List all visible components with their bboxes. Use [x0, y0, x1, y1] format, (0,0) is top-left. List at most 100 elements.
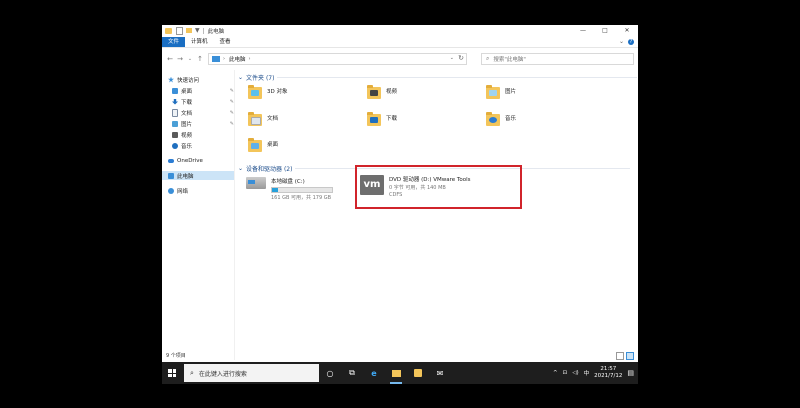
- cortana-icon[interactable]: ○: [319, 362, 341, 384]
- sidebar-item-network[interactable]: 网络: [168, 186, 234, 195]
- sidebar-item-label: 网络: [177, 188, 189, 195]
- chevron-right-icon[interactable]: ›: [249, 56, 251, 62]
- videos-folder-icon: [367, 85, 381, 99]
- clock-time: 21:57: [600, 366, 617, 372]
- close-button[interactable]: ✕: [616, 25, 638, 36]
- video-icon: [172, 131, 178, 138]
- back-button[interactable]: ←: [165, 55, 175, 63]
- picture-icon: [172, 120, 178, 127]
- sidebar-item-music[interactable]: 音乐: [172, 141, 234, 150]
- store-icon[interactable]: [407, 362, 429, 384]
- taskbar: ⌕ 在此键入进行搜索 ○ ⧉ e ✉ ^ ⊡ ◁) 中 21:57 2021/7…: [162, 362, 638, 384]
- sidebar-item-desktop[interactable]: 桌面 ✎: [172, 86, 234, 95]
- computer-icon: [212, 56, 220, 62]
- ribbon-tabs: 文件 计算机 查看 ⌄ ?: [162, 37, 638, 48]
- document-icon: [172, 108, 178, 117]
- sidebar-item-documents[interactable]: 文档 ✎: [172, 108, 234, 117]
- pane-divider[interactable]: [234, 70, 235, 360]
- sidebar-item-label: 视频: [181, 132, 193, 139]
- refresh-button[interactable]: ↻: [458, 54, 464, 62]
- properties-icon[interactable]: [176, 26, 183, 35]
- customize-toolbar-icon[interactable]: ▼: [195, 27, 200, 34]
- folder-label: 桌面: [267, 142, 279, 148]
- folder-label: 3D 对象: [267, 89, 288, 95]
- edge-icon[interactable]: e: [363, 362, 385, 384]
- folder-desktop[interactable]: 桌面: [248, 138, 279, 152]
- chevron-down-icon[interactable]: ⌄: [238, 165, 243, 172]
- file-explorer-icon[interactable]: [385, 362, 407, 384]
- sidebar-item-label: OneDrive: [177, 157, 203, 164]
- network-icon[interactable]: ⊡: [563, 370, 568, 376]
- sidebar-item-onedrive[interactable]: OneDrive: [168, 156, 234, 165]
- sidebar-item-label: 此电脑: [177, 173, 194, 180]
- folder-videos[interactable]: 视频: [367, 85, 397, 99]
- divider: [202, 27, 204, 34]
- taskbar-search-box[interactable]: ⌕ 在此键入进行搜索: [184, 364, 319, 382]
- maximize-button[interactable]: □: [594, 25, 616, 36]
- folder-music[interactable]: 音乐: [486, 112, 516, 126]
- network-icon: [168, 187, 174, 194]
- folder-icon: [165, 27, 172, 34]
- expand-ribbon-icon[interactable]: ⌄: [619, 38, 624, 45]
- address-bar[interactable]: › 此电脑 › ⌄ ↻: [208, 53, 467, 65]
- taskbar-search-placeholder: 在此键入进行搜索: [198, 370, 247, 378]
- desktop-icon: [172, 87, 178, 94]
- sidebar-item-pictures[interactable]: 图片 ✎: [172, 119, 234, 128]
- recent-locations-icon[interactable]: ⌄: [185, 56, 195, 62]
- view-switcher: [616, 352, 634, 360]
- 3d-objects-folder-icon: [248, 85, 262, 99]
- tab-view[interactable]: 查看: [214, 37, 237, 47]
- details-view-icon[interactable]: [616, 352, 624, 360]
- drive-free-space: 161 GB 可用，共 179 GB: [271, 195, 332, 201]
- sidebar-item-this-pc[interactable]: 此电脑: [162, 171, 234, 180]
- pictures-folder-icon: [486, 85, 500, 99]
- forward-button[interactable]: →: [175, 55, 185, 63]
- folder-3d-objects[interactable]: 3D 对象: [248, 85, 288, 99]
- tiles-view-icon[interactable]: [626, 352, 634, 360]
- item-count: 9 个项目: [166, 353, 186, 359]
- task-view-icon[interactable]: ⧉: [341, 362, 363, 384]
- group-title: 文件夹 (7): [246, 75, 275, 82]
- tab-computer[interactable]: 计算机: [185, 37, 214, 47]
- show-hidden-icons-icon[interactable]: ^: [553, 370, 558, 376]
- star-icon: [168, 76, 174, 83]
- sidebar-item-videos[interactable]: 视频: [172, 130, 234, 139]
- help-icon[interactable]: ?: [628, 38, 634, 45]
- folders-group-header[interactable]: ⌄ 文件夹 (7): [238, 73, 638, 82]
- folder-documents[interactable]: 文档: [248, 112, 279, 126]
- ime-indicator[interactable]: 中: [584, 369, 590, 377]
- minimize-button[interactable]: —: [572, 25, 594, 36]
- folder-pictures[interactable]: 图片: [486, 85, 516, 99]
- window-controls: — □ ✕: [572, 25, 638, 36]
- tab-file[interactable]: 文件: [162, 37, 186, 47]
- drive-usage-bar: [271, 187, 333, 193]
- downloads-folder-icon: [367, 112, 381, 126]
- drive-c[interactable]: 本地磁盘 (C:) 161 GB 可用，共 179 GB: [246, 177, 333, 201]
- sidebar-item-label: 文档: [181, 110, 193, 117]
- sidebar-item-label: 下载: [181, 99, 193, 106]
- search-placeholder: 搜索"此电脑": [493, 57, 526, 63]
- notification-center-icon[interactable]: ▤: [627, 369, 634, 377]
- sidebar-item-label: 音乐: [181, 143, 193, 150]
- start-button[interactable]: [162, 362, 182, 384]
- clock[interactable]: 21:57 2021/7/12: [594, 366, 622, 380]
- mail-icon[interactable]: ✉: [429, 362, 451, 384]
- new-folder-icon[interactable]: [186, 28, 192, 33]
- window-title: 此电脑: [207, 28, 225, 35]
- ribbon-right: ⌄ ?: [619, 38, 634, 45]
- chevron-right-icon[interactable]: ›: [223, 56, 225, 62]
- folder-downloads[interactable]: 下载: [367, 112, 397, 126]
- breadcrumb-this-pc[interactable]: 此电脑: [229, 55, 246, 63]
- folder-label: 文档: [267, 116, 279, 122]
- search-input[interactable]: ⌕ 搜索"此电脑": [481, 53, 634, 65]
- chevron-down-icon[interactable]: ⌄: [238, 74, 243, 81]
- drive-usage-fill: [272, 188, 278, 192]
- title-bar: ▼ 此电脑 — □ ✕: [162, 25, 638, 36]
- up-button[interactable]: ↑: [195, 55, 205, 63]
- volume-icon[interactable]: ◁): [572, 370, 578, 376]
- sidebar-item-downloads[interactable]: 下载 ✎: [172, 97, 234, 106]
- sidebar-item-quick-access[interactable]: 快速访问: [168, 75, 234, 84]
- address-dropdown-icon[interactable]: ⌄: [450, 55, 454, 61]
- search-icon: ⌕: [190, 368, 194, 377]
- computer-icon: [168, 172, 174, 179]
